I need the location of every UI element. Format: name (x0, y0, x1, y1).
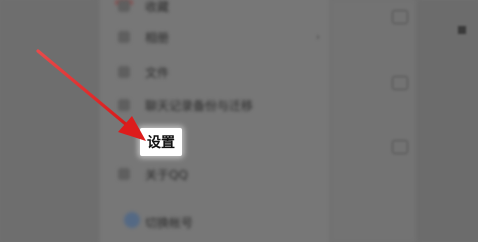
menu-item-about[interactable]: 关于QQ (145, 166, 188, 183)
chat-badge-icon (392, 140, 408, 154)
file-icon (118, 66, 130, 78)
chat-badge-icon (392, 10, 408, 24)
album-icon (118, 31, 130, 43)
menu-item-album[interactable]: 相册 (145, 29, 169, 46)
chat-badge-icon (392, 76, 408, 90)
menu-item-settings[interactable]: 设置 (140, 128, 182, 156)
far-right-panel (418, 0, 478, 242)
menu-item-switch-account[interactable]: 切换帐号 (145, 214, 193, 231)
menu-panel (98, 0, 332, 242)
chevron-right-icon: › (316, 32, 320, 43)
left-panel (0, 0, 96, 242)
chat-list-column (330, 0, 416, 242)
switch-account-icon (124, 212, 140, 228)
screenshot-stage: 收藏 相册 › 文件 聊天记录备份与迁移 关于QQ 切换帐号 设置 (0, 0, 478, 242)
favorites-icon (118, 0, 130, 12)
about-icon (118, 168, 130, 180)
backup-icon (118, 99, 130, 111)
menu-item-favorites[interactable]: 收藏 (145, 0, 169, 15)
close-icon[interactable] (458, 26, 466, 34)
menu-item-files[interactable]: 文件 (145, 64, 169, 81)
menu-item-chat-backup[interactable]: 聊天记录备份与迁移 (145, 97, 253, 114)
